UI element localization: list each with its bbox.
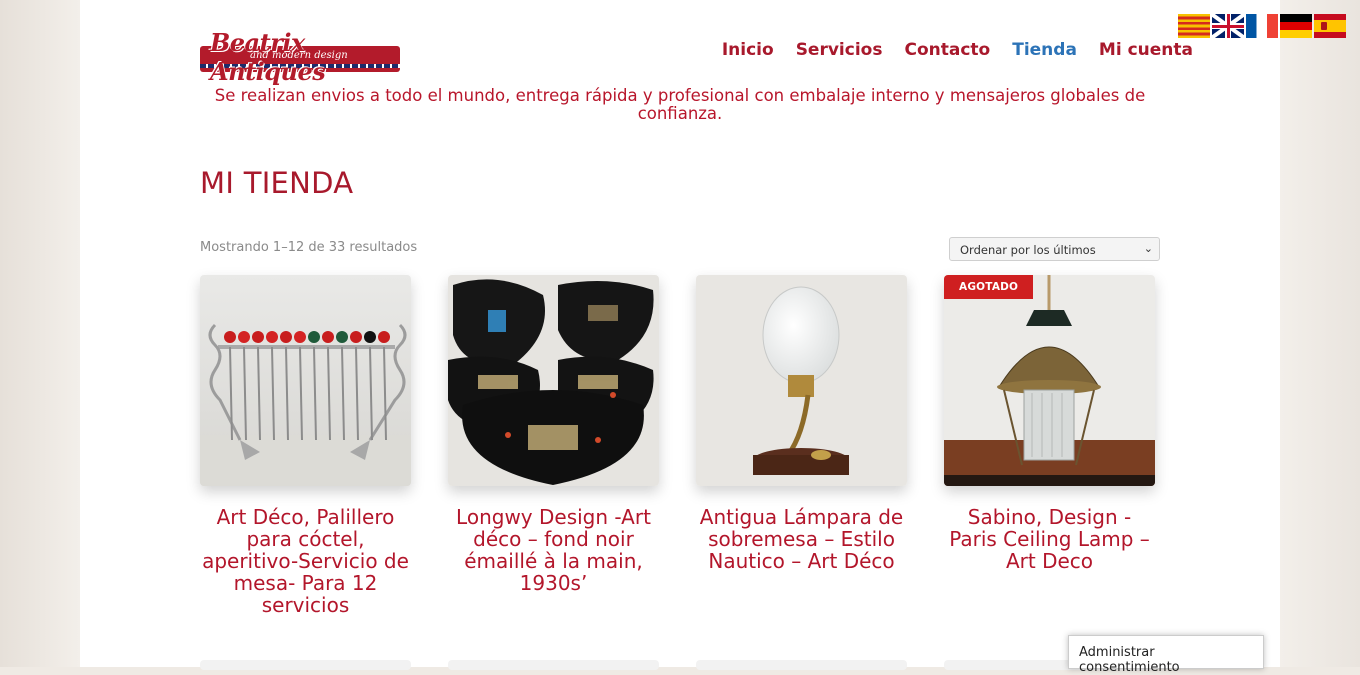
product-card[interactable]: Longwy Design -Art déco – fond noir émai… (448, 275, 659, 594)
product-image-sabino-lamp[interactable]: AGOTADO (944, 275, 1155, 486)
nav-mi-cuenta[interactable]: Mi cuenta (1099, 40, 1193, 60)
product-title[interactable]: Art Déco, Palillero para cóctel, aperiti… (200, 506, 411, 616)
logo-subtitle: and modern design (250, 50, 348, 61)
nav-contacto[interactable]: Contacto (904, 40, 990, 60)
manage-consent-button[interactable]: Administrar consentimiento (1068, 635, 1264, 675)
product-card[interactable]: Antigua Lámpara de sobremesa – Estilo Na… (696, 275, 907, 572)
spain-flag-icon[interactable] (1314, 14, 1346, 38)
product-title[interactable]: Antigua Lámpara de sobremesa – Estilo Na… (696, 506, 907, 572)
product-card[interactable]: AGOTADO Sabino, Design - Paris Ceiling L… (944, 275, 1155, 572)
product-image-longwy-plates[interactable] (448, 275, 659, 486)
chevron-down-icon: ⌄ (1143, 242, 1153, 255)
nav-inicio[interactable]: Inicio (722, 40, 774, 60)
sort-select[interactable]: Ordenar por los últimos ⌄ (949, 237, 1160, 261)
result-count: Mostrando 1–12 de 33 resultados (200, 240, 418, 255)
page-backdrop-left (0, 0, 80, 667)
product-image-nautical-lamp[interactable] (696, 275, 907, 486)
page-container: Beatrix Antiques and modern design Inici… (80, 0, 1280, 670)
next-row-card (200, 660, 411, 670)
nav-servicios[interactable]: Servicios (796, 40, 883, 60)
product-card[interactable]: Art Déco, Palillero para cóctel, aperiti… (200, 275, 411, 616)
language-switcher (1178, 14, 1346, 38)
shipping-notice: Se realizan envios a todo el mundo, entr… (214, 86, 1146, 123)
sold-out-badge: AGOTADO (944, 275, 1034, 299)
sort-selected-label: Ordenar por los últimos (960, 243, 1096, 257)
product-title[interactable]: Sabino, Design - Paris Ceiling Lamp – Ar… (944, 506, 1155, 572)
nav-tienda[interactable]: Tienda (1012, 40, 1077, 60)
france-flag-icon[interactable] (1246, 14, 1278, 38)
germany-flag-icon[interactable] (1280, 14, 1312, 38)
product-image-cocktail-picks[interactable] (200, 275, 411, 486)
product-title[interactable]: Longwy Design -Art déco – fond noir émai… (448, 506, 659, 594)
next-row-card (448, 660, 659, 670)
page-title: MI TIENDA (200, 166, 354, 200)
uk-flag-icon[interactable] (1212, 14, 1244, 38)
page-backdrop-right (1280, 0, 1360, 667)
catalan-flag-icon[interactable] (1178, 14, 1210, 38)
main-nav: Inicio Servicios Contacto Tienda Mi cuen… (722, 40, 1193, 60)
next-row-card (696, 660, 907, 670)
site-logo[interactable]: Beatrix Antiques and modern design (200, 28, 400, 86)
